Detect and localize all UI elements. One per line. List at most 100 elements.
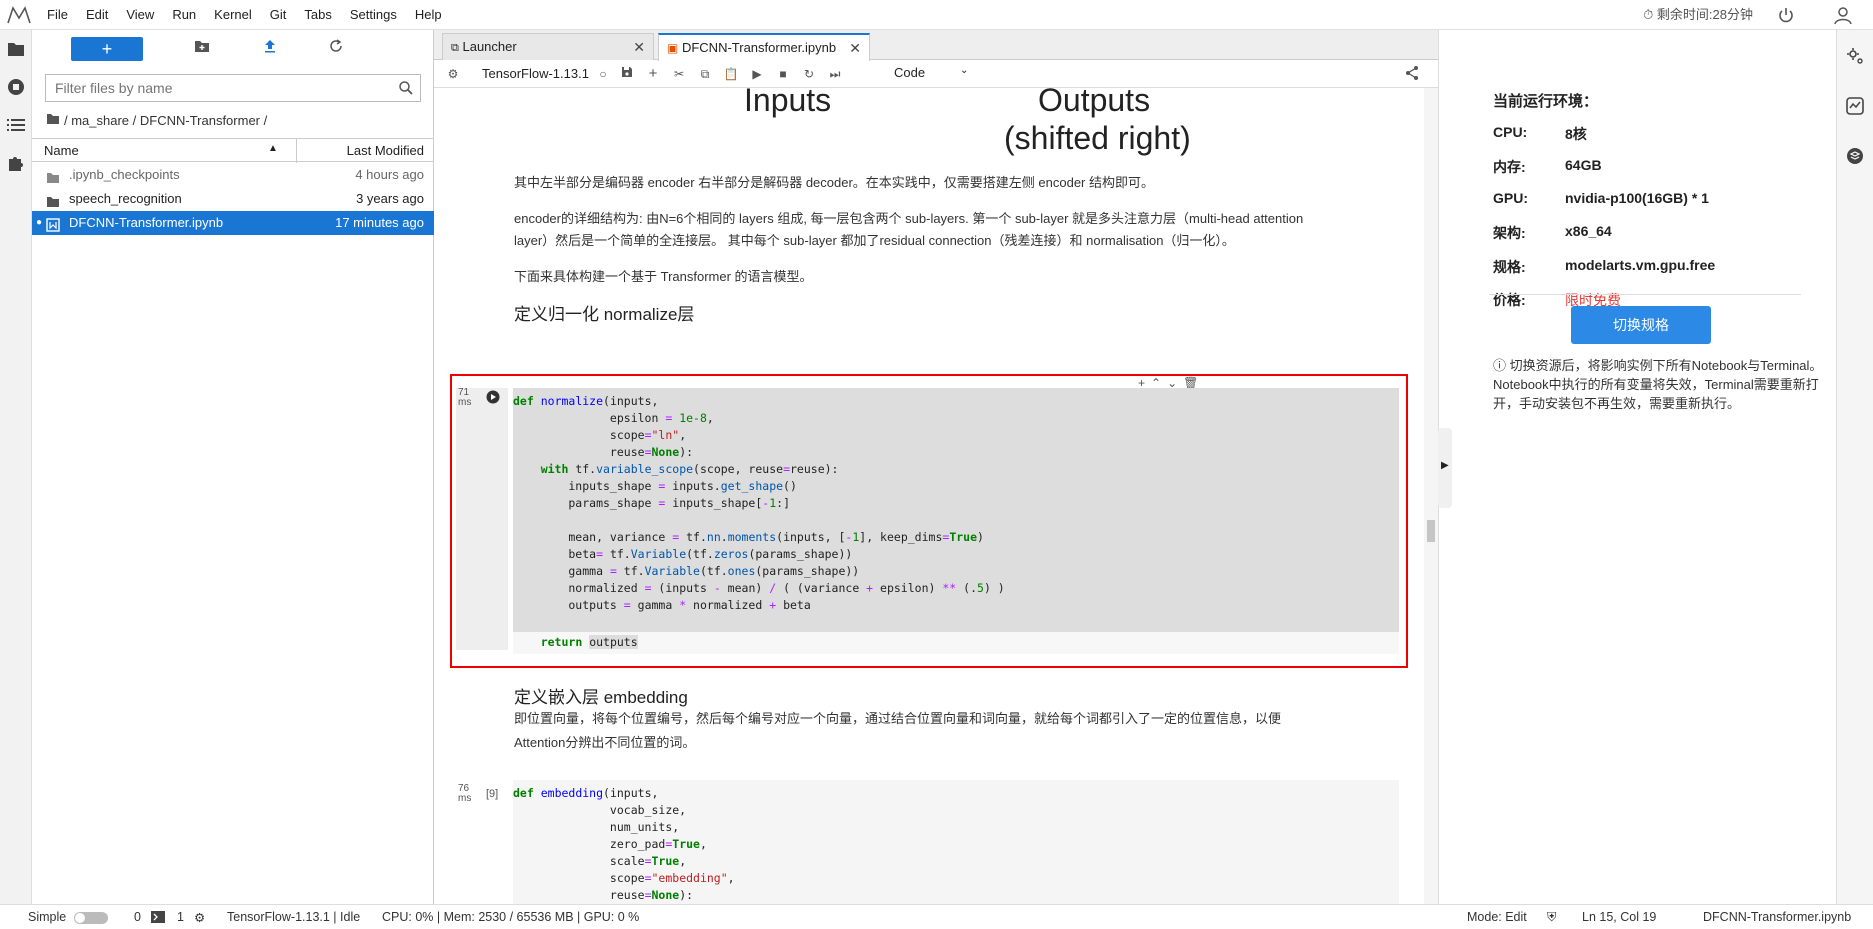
add-cell-icon[interactable]: + [644,65,662,83]
kernel-gear-icon[interactable]: ⚙ [444,65,462,83]
menu-git[interactable]: Git [261,0,296,30]
notebook-scrollbar[interactable] [1424,88,1438,904]
toc-icon[interactable] [0,106,32,144]
env-row-arch: 架构: x86_64 [1493,223,1612,241]
right-activity-bar [1836,30,1873,904]
close-icon[interactable]: ✕ [849,35,861,61]
upload-icon[interactable] [260,39,280,59]
column-divider [296,139,297,163]
status-filename: DFCNN-Transformer.ipynb [1703,910,1852,924]
new-folder-icon[interactable] [192,39,212,59]
chevron-down-icon: ⌄ [960,65,969,76]
code-editor[interactable]: def normalize(inputs, epsilon = 1e-8, sc… [513,388,1399,632]
file-search [45,74,421,102]
kernel-icon: ⚙ [194,911,206,925]
info-icon: ⓘ [1493,358,1507,373]
copy-icon[interactable]: ⧉ [696,65,714,83]
stopwatch-icon: ⏱ [1643,7,1654,22]
panel-title: 当前运行环境： [1493,93,1599,110]
code-editor[interactable]: def embedding(inputs, vocab_size, num_un… [513,780,1399,904]
folder-icon[interactable] [0,30,32,68]
menu-kernel[interactable]: Kernel [205,0,261,30]
cell-type-select[interactable]: Code ⌄ [894,65,984,80]
simple-mode-toggle[interactable] [74,912,108,924]
markdown-heading: 定义归一化 normalize层 [514,305,695,324]
chevron-right-icon: ▶ [1441,460,1449,471]
markdown-paragraph: 即位置向量，将每个位置编号，然后每个编号对应一个向量，通过结合位置向量和词向量，… [514,711,1282,726]
menu-file[interactable]: File [38,0,77,30]
env-row-price: 价格: 限时免费 [1493,292,1621,308]
resources-icon[interactable] [1845,146,1865,166]
file-list-header: Name ▲ Last Modified [32,138,434,163]
menu-bar: File Edit View Run Kernel Git Tabs Setti… [0,0,1873,30]
stop-icon[interactable]: ■ [774,65,792,83]
launcher-icon: ⧉ [451,42,459,54]
folder-icon [46,168,60,183]
markdown-heading: 定义嵌入层 embedding [514,688,688,707]
editor-mode[interactable]: Mode: Edit [1467,910,1527,924]
user-icon[interactable] [1833,5,1853,25]
refresh-icon[interactable] [326,39,346,59]
menu-settings[interactable]: Settings [341,0,406,30]
kernel-status-icon: ○ [599,67,607,81]
tab-launcher[interactable]: ⧉ Launcher ✕ [442,33,654,60]
file-row-selected[interactable]: ● DFCNN-Transformer.ipynb 17 minutes ago [32,211,434,235]
terminal-count[interactable]: 0 [134,910,141,924]
notebook-icon [46,216,60,232]
figure-shifted-label: (shifted right) [1004,120,1191,156]
notebook-content[interactable]: Inputs Outputs (shifted right) 其中左半部分是编码… [434,88,1424,904]
menu-help[interactable]: Help [406,0,451,30]
folder-icon[interactable] [46,113,60,128]
kernel-count[interactable]: 1 [177,910,184,924]
jupyter-logo [0,0,38,30]
breadcrumb-path[interactable]: / ma_share / DFCNN-Transformer / [64,113,267,128]
env-row-memory: 内存: 64GB [1493,157,1602,175]
notification-icon[interactable]: ⛨ [1547,910,1556,925]
cell-gutter [456,388,508,650]
markdown-paragraph: layer）然后是一个简单的全连接层。 其中每个 sub-layer 都加了re… [514,233,1235,248]
file-row[interactable]: speech_recognition 3 years ago [32,187,434,211]
column-name[interactable]: Name [44,143,79,158]
fast-forward-icon[interactable]: ⏭ [826,65,844,83]
menu-view[interactable]: View [117,0,163,30]
file-modified: 3 years ago [356,191,424,206]
extension-icon[interactable] [0,144,32,182]
column-last-modified[interactable]: Last Modified [347,143,424,158]
file-row[interactable]: .ipynb_checkpoints 4 hours ago [32,163,434,187]
activity-bar [0,30,32,904]
kernel-name[interactable]: TensorFlow-1.13.1 [482,66,589,81]
save-icon[interactable] [618,65,636,83]
remaining-time: ⏱ 剩余时间:28分钟 [1643,7,1753,22]
monitor-icon[interactable] [1845,96,1865,116]
tab-notebook[interactable]: ▣ DFCNN-Transformer.ipynb ✕ [658,33,870,61]
cursor-position[interactable]: Ln 15, Col 19 [1582,910,1656,924]
environment-panel: 当前运行环境： CPU: 8核 内存: 64GB GPU: nvidia-p10… [1438,30,1836,904]
env-row-spec: 规格: modelarts.vm.gpu.free [1493,257,1716,275]
sort-asc-icon[interactable]: ▲ [268,143,278,154]
cell-exec-time-unit: ms [458,793,472,804]
code-editor-line[interactable]: return outputs [513,632,1399,654]
simple-mode-label: Simple [28,910,67,924]
markdown-paragraph: Attention分辨出不同位置的词。 [514,735,696,750]
close-icon[interactable]: ✕ [633,34,645,60]
running-icon[interactable] [0,68,32,106]
cut-icon[interactable]: ✂ [670,65,688,83]
panel-collapse-handle[interactable]: ▶ [1438,428,1452,508]
restart-icon[interactable]: ↻ [800,65,818,83]
property-inspector-icon[interactable] [1845,46,1865,66]
power-icon[interactable] [1777,6,1795,24]
switch-spec-button[interactable]: 切换规格 [1571,306,1711,344]
menu-run[interactable]: Run [163,0,205,30]
file-search-input[interactable] [46,75,386,101]
paste-icon[interactable]: 📋 [722,65,740,83]
kernel-status[interactable]: TensorFlow-1.13.1 | Idle [227,910,360,924]
run-cell-icon[interactable] [486,390,500,407]
menu-tabs[interactable]: Tabs [295,0,340,30]
share-icon[interactable] [1404,65,1420,84]
main-area: ⧉ Launcher ✕ ▣ DFCNN-Transformer.ipynb ✕… [434,30,1438,904]
new-launcher-button[interactable]: + [71,37,143,61]
scrollbar-thumb[interactable] [1427,520,1435,542]
menu-edit[interactable]: Edit [77,0,117,30]
run-icon[interactable]: ▶ [748,65,766,83]
env-row-gpu: GPU: nvidia-p100(16GB) * 1 [1493,190,1709,206]
